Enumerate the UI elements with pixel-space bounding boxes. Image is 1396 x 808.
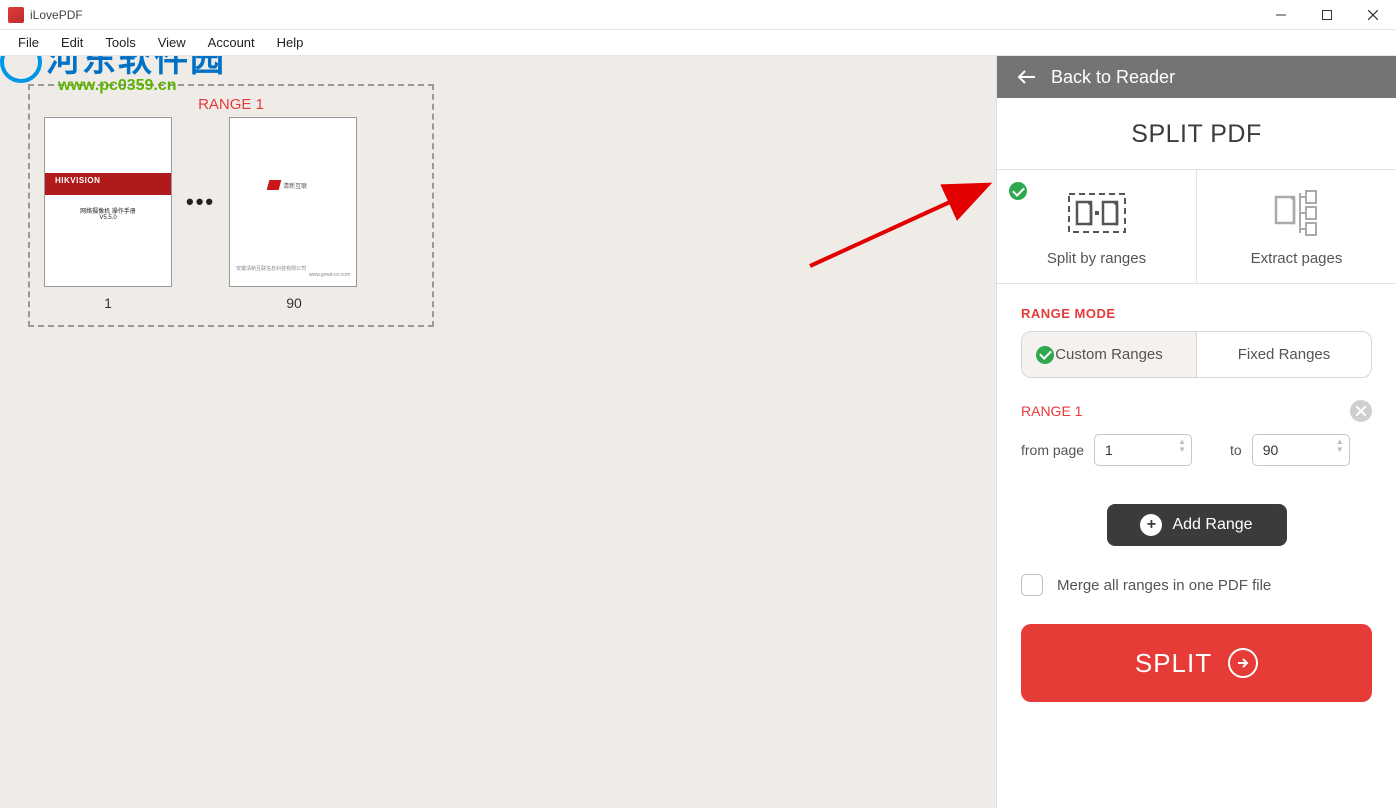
ellipsis-icon: ••• bbox=[186, 189, 215, 215]
page-thumb-logo-icon: 清新互联 bbox=[268, 178, 318, 192]
close-button[interactable] bbox=[1350, 0, 1396, 30]
menu-help[interactable]: Help bbox=[267, 32, 314, 53]
menu-file[interactable]: File bbox=[8, 32, 49, 53]
page-thumb-footer: 安徽清新互联信息科技有限公司www.great-cn.com bbox=[236, 266, 350, 278]
minimize-button[interactable] bbox=[1258, 0, 1304, 30]
split-mode-tabs: Split by ranges Extra bbox=[997, 169, 1396, 284]
custom-ranges-option[interactable]: Custom Ranges bbox=[1022, 332, 1196, 377]
spinner-icon[interactable]: ▲▼ bbox=[1336, 438, 1344, 454]
titlebar: iLovePDF bbox=[0, 0, 1396, 30]
sidebar-title: SPLIT PDF bbox=[997, 98, 1396, 169]
menu-edit[interactable]: Edit bbox=[51, 32, 93, 53]
fixed-ranges-label: Fixed Ranges bbox=[1238, 346, 1331, 363]
window-title: iLovePDF bbox=[30, 8, 83, 22]
range-1-label: RANGE 1 bbox=[1021, 403, 1082, 419]
range-1-inputs: from page ▲▼ to ▲▼ bbox=[997, 428, 1396, 466]
range-card-title: RANGE 1 bbox=[44, 96, 418, 113]
arrow-right-circle-icon bbox=[1228, 648, 1258, 678]
from-page-label: from page bbox=[1021, 442, 1084, 458]
page-thumbnail-to[interactable]: 清新互联 安徽清新互联信息科技有限公司www.great-cn.com bbox=[229, 117, 357, 287]
menu-view[interactable]: View bbox=[148, 32, 196, 53]
extract-pages-icon bbox=[1197, 188, 1396, 238]
menu-tools[interactable]: Tools bbox=[95, 32, 145, 53]
tab-extract-pages[interactable]: Extract pages bbox=[1196, 170, 1396, 283]
content: 河东软件园 www.pc0359.cn RANGE 1 网络摄像机 操作手册V5… bbox=[0, 56, 1396, 808]
watermark-text: 河东软件园 bbox=[0, 56, 226, 83]
custom-ranges-label: Custom Ranges bbox=[1055, 346, 1163, 363]
split-ranges-icon bbox=[997, 188, 1196, 238]
to-label: to bbox=[1230, 442, 1242, 458]
tab-split-by-ranges[interactable]: Split by ranges bbox=[997, 170, 1196, 283]
menubar: File Edit Tools View Account Help bbox=[0, 30, 1396, 56]
range-mode-heading: RANGE MODE bbox=[997, 284, 1396, 331]
fixed-ranges-option[interactable]: Fixed Ranges bbox=[1196, 332, 1371, 377]
back-to-reader-button[interactable]: Back to Reader bbox=[997, 56, 1396, 98]
menu-account[interactable]: Account bbox=[198, 32, 265, 53]
maximize-button[interactable] bbox=[1304, 0, 1350, 30]
check-icon bbox=[1036, 346, 1054, 364]
range-mode-toggle: Custom Ranges Fixed Ranges bbox=[1021, 331, 1372, 378]
page-thumbnail-from[interactable]: 网络摄像机 操作手册V5.5.0 bbox=[44, 117, 172, 287]
page-number-row: 1 90 bbox=[44, 295, 418, 311]
split-button[interactable]: SPLIT bbox=[1021, 624, 1372, 702]
plus-icon: + bbox=[1140, 514, 1162, 536]
range-pages: 网络摄像机 操作手册V5.5.0 ••• 清新互联 安徽清新互联信息科技有限公司… bbox=[44, 117, 418, 287]
check-icon bbox=[1009, 182, 1027, 200]
range-1-header: RANGE 1 bbox=[997, 378, 1396, 428]
split-button-label: SPLIT bbox=[1135, 648, 1212, 679]
preview-area: 河东软件园 www.pc0359.cn RANGE 1 网络摄像机 操作手册V5… bbox=[0, 56, 996, 808]
tab-split-by-ranges-label: Split by ranges bbox=[997, 250, 1196, 267]
watermark-logo-icon bbox=[0, 56, 42, 83]
page-thumb-text: 网络摄像机 操作手册V5.5.0 bbox=[58, 206, 159, 221]
app-icon bbox=[8, 7, 24, 23]
window-controls bbox=[1258, 0, 1396, 30]
tab-extract-pages-label: Extract pages bbox=[1197, 250, 1396, 267]
watermark-text-label: 河东软件园 bbox=[46, 56, 226, 79]
page-number-from: 1 bbox=[44, 295, 172, 311]
back-to-reader-label: Back to Reader bbox=[1051, 67, 1175, 88]
titlebar-left: iLovePDF bbox=[8, 7, 83, 23]
delete-range-button[interactable] bbox=[1350, 400, 1372, 422]
range-card: RANGE 1 网络摄像机 操作手册V5.5.0 ••• 清新互联 安徽清新互联… bbox=[28, 84, 434, 327]
merge-ranges-row: Merge all ranges in one PDF file bbox=[997, 546, 1396, 596]
add-range-label: Add Range bbox=[1172, 516, 1252, 534]
spinner-icon[interactable]: ▲▼ bbox=[1178, 438, 1186, 454]
page-number-spacer bbox=[186, 295, 216, 311]
sidebar: Back to Reader SPLIT PDF Split by ranges bbox=[996, 56, 1396, 808]
add-range-button[interactable]: + Add Range bbox=[1107, 504, 1287, 546]
merge-ranges-checkbox[interactable] bbox=[1021, 574, 1043, 596]
annotation-arrow-1 bbox=[800, 176, 996, 276]
back-arrow-icon bbox=[1017, 69, 1037, 85]
page-number-to: 90 bbox=[230, 295, 358, 311]
merge-ranges-label: Merge all ranges in one PDF file bbox=[1057, 577, 1271, 594]
